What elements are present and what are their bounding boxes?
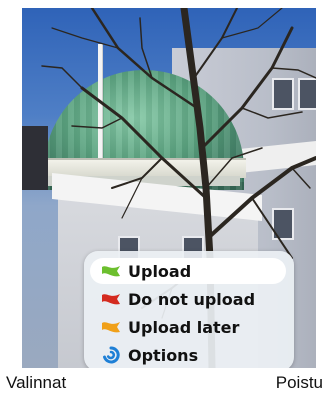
menu-item-upload-later[interactable]: Upload later <box>90 314 286 340</box>
photo-viewfinder: Upload Do not upload Upload later Option… <box>22 8 316 368</box>
softkey-bar: Valinnat Poistu <box>0 370 329 397</box>
menu-item-options[interactable]: Options <box>90 342 286 368</box>
menu-item-do-not-upload[interactable]: Do not upload <box>90 286 286 312</box>
orange-flag-icon <box>100 318 122 336</box>
menu-item-label: Do not upload <box>128 289 256 309</box>
right-softkey[interactable]: Poistu <box>276 373 323 393</box>
menu-item-label: Upload <box>128 261 192 281</box>
menu-item-upload[interactable]: Upload <box>90 258 286 284</box>
menu-item-label: Upload later <box>128 317 240 337</box>
green-flag-icon <box>100 262 122 280</box>
upload-context-menu: Upload Do not upload Upload later Option… <box>84 251 294 368</box>
menu-item-label: Options <box>128 345 199 365</box>
left-softkey[interactable]: Valinnat <box>6 373 66 393</box>
options-swirl-icon <box>100 346 122 364</box>
red-flag-icon <box>100 290 122 308</box>
